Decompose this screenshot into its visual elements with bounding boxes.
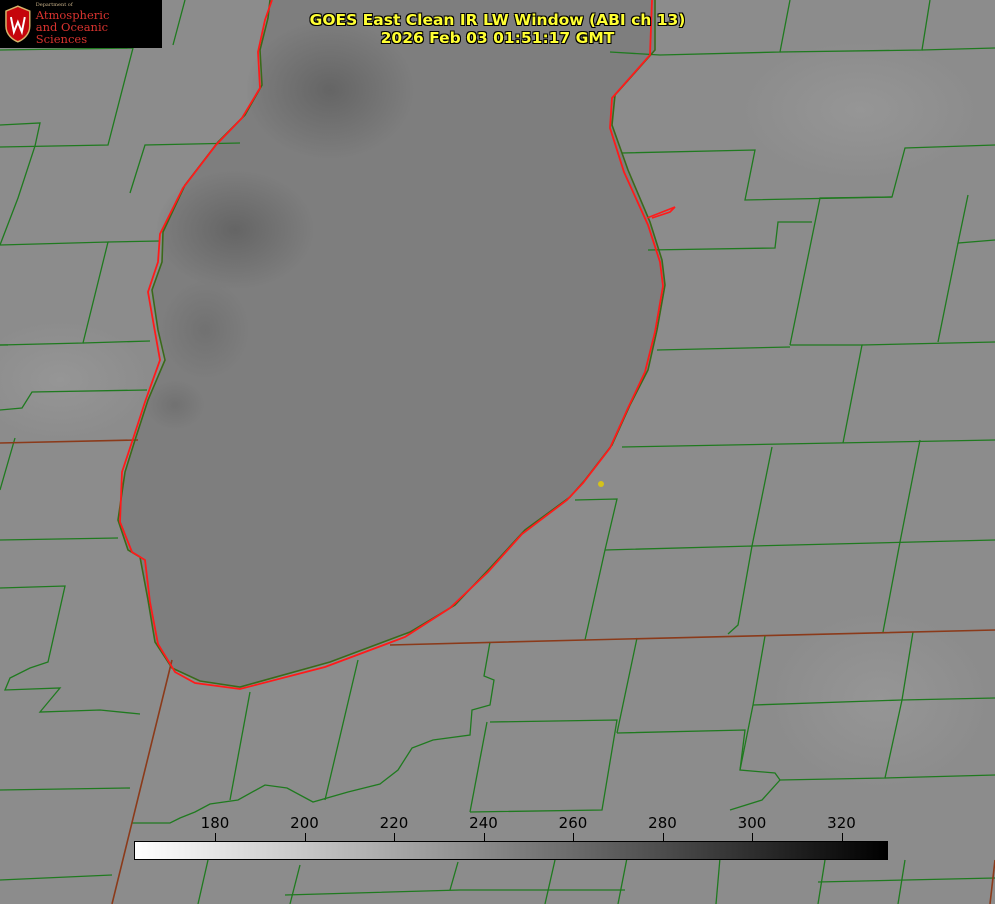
colorbar-tick (483, 833, 485, 842)
colorbar-tick (215, 833, 216, 842)
image-title: GOES East Clean IR LW Window (ABI ch 13) (309, 11, 686, 29)
colorbar-tick-label: 180 (200, 814, 230, 832)
satellite-map (0, 0, 995, 904)
light-patch (770, 610, 990, 790)
image-timestamp: 2026 Feb 03 01:51:17 GMT (380, 29, 615, 47)
colorbar-tick-label: 240 (469, 814, 498, 832)
light-patch (740, 40, 980, 180)
cloud-band (155, 170, 315, 290)
location-marker (598, 481, 604, 487)
satellite-image-viewer: Department of Atmospheric and Oceanic Sc… (0, 0, 995, 904)
colorbar-tick-label: 300 (737, 814, 767, 832)
colorbar-tick (394, 833, 395, 842)
colorbar-tick (752, 833, 753, 842)
colorbar-tick (662, 833, 664, 842)
cloud-band (160, 280, 250, 380)
colorbar-tick (841, 833, 843, 842)
colorbar-tick-label: 220 (379, 814, 409, 832)
colorbar-tick-label: 320 (827, 814, 856, 832)
colorbar-tick (304, 833, 306, 842)
temperature-colorbar (134, 841, 888, 860)
colorbar-tick-label: 260 (558, 814, 588, 832)
colorbar-tick-label: 200 (290, 814, 319, 832)
colorbar-tick (573, 833, 574, 842)
colorbar-tick-label: 280 (648, 814, 677, 832)
